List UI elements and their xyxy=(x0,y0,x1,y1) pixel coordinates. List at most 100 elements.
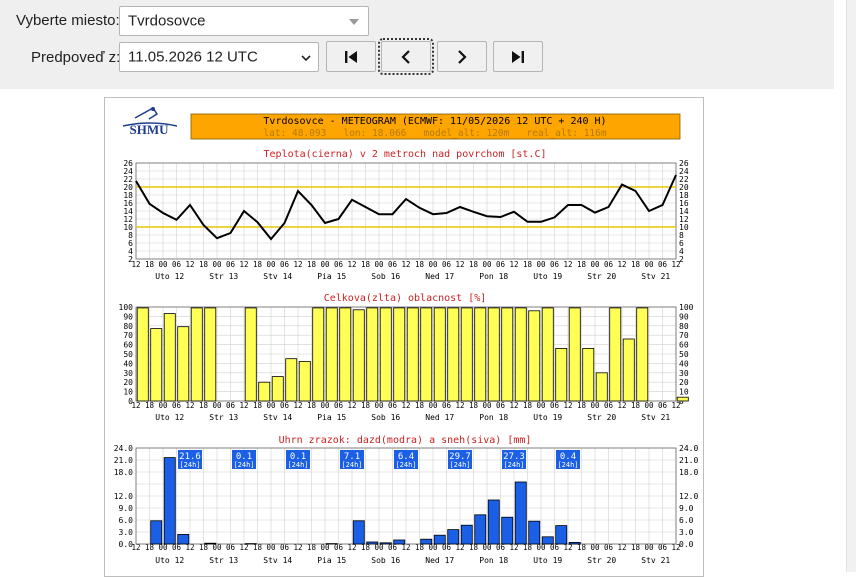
x-tick-label: 00 xyxy=(482,401,492,410)
y-tick-label: 10 xyxy=(123,388,133,397)
x-tick-label: 00 xyxy=(428,401,438,410)
cloud-bar xyxy=(299,362,310,402)
cloud-bar xyxy=(380,308,391,401)
cloud-bar xyxy=(448,308,459,401)
x-tick-label: 18 xyxy=(307,401,317,410)
y-tick-label: 50 xyxy=(123,350,133,359)
x-tick-label: 18 xyxy=(631,401,641,410)
cloud-bar xyxy=(434,308,445,401)
x-tick-label: 06 xyxy=(550,260,560,269)
precip-bar xyxy=(353,521,364,544)
cloud-bar xyxy=(569,308,580,401)
cloud-bar xyxy=(164,314,175,401)
cloud-bar xyxy=(596,373,607,401)
chevron-left-icon xyxy=(401,50,411,64)
y-tick-label: 40 xyxy=(679,359,689,368)
cloud-bar xyxy=(475,308,486,401)
x-tick-label: 12 xyxy=(401,260,410,269)
day-label: Str 20 xyxy=(587,413,616,422)
daily-total-unit: [24h] xyxy=(503,461,524,469)
x-tick-label: 06 xyxy=(334,260,344,269)
x-tick-label: 12 xyxy=(293,260,302,269)
first-button[interactable] xyxy=(326,41,376,72)
daily-total-unit: [24h] xyxy=(395,461,416,469)
day-label: Pia 15 xyxy=(317,272,346,281)
cloud-bar xyxy=(286,359,297,401)
cloud-bar xyxy=(488,308,499,401)
precip-bar xyxy=(205,543,216,544)
x-tick-label: 12 xyxy=(347,401,356,410)
day-label: Pon 18 xyxy=(479,272,508,281)
x-tick-label: 18 xyxy=(577,260,587,269)
x-tick-label: 18 xyxy=(361,401,371,410)
x-tick-label: 12 xyxy=(671,260,680,269)
forecast-select[interactable]: 11.05.2026 12 UTC xyxy=(119,42,319,72)
x-tick-label: 12 xyxy=(617,260,626,269)
cloud-bar xyxy=(394,308,405,401)
city-select[interactable]: Tvrdosovce xyxy=(119,6,369,36)
x-tick-label: 18 xyxy=(577,401,587,410)
forecast-label: Predpoveď z: xyxy=(31,49,120,66)
y-tick-label: 20 xyxy=(679,378,689,387)
precip-bar xyxy=(542,537,553,544)
x-tick-label: 00 xyxy=(266,401,276,410)
day-label: Uto 12 xyxy=(155,272,184,281)
precip-bar xyxy=(515,482,526,544)
day-label: Pia 15 xyxy=(317,556,346,565)
chart-title: Teplota(cierna) v 2 metroch nad povrchom… xyxy=(264,149,547,160)
x-tick-label: 18 xyxy=(253,401,263,410)
x-tick-label: 06 xyxy=(604,401,614,410)
day-label: Ned 17 xyxy=(425,272,454,281)
precip-bar xyxy=(556,526,567,544)
day-label: Sob 16 xyxy=(371,413,400,422)
x-tick-label: 06 xyxy=(388,260,398,269)
x-tick-label: 00 xyxy=(644,260,654,269)
shmu-logo: SHMU xyxy=(123,107,177,137)
precip-bar xyxy=(488,500,499,544)
day-label: Ned 17 xyxy=(425,413,454,422)
x-tick-label: 06 xyxy=(550,401,560,410)
day-label: Stv 21 xyxy=(641,272,670,281)
chevron-down-icon xyxy=(349,19,359,25)
precip-bar xyxy=(421,539,432,544)
cloud-bar xyxy=(259,382,270,401)
y-tick-label: 70 xyxy=(679,331,689,340)
cloud-bar xyxy=(178,327,189,401)
cloud-bar xyxy=(461,308,472,401)
y-tick-label: 30 xyxy=(679,369,689,378)
y-tick-label: 3.0 xyxy=(119,528,134,537)
x-tick-label: 06 xyxy=(280,260,290,269)
chart-title: Uhrn zrazok: dazd(modra) a sneh(siva) [m… xyxy=(279,435,532,446)
x-tick-label: 00 xyxy=(644,401,654,410)
day-label: Stv 14 xyxy=(263,413,292,422)
cloud-bar xyxy=(677,397,688,401)
x-tick-label: 18 xyxy=(145,260,155,269)
y-tick-label: 60 xyxy=(123,341,133,350)
skip-last-icon xyxy=(511,51,525,63)
x-tick-label: 06 xyxy=(334,401,344,410)
y-tick-label: 20 xyxy=(123,378,133,387)
y-tick-label: 21.0 xyxy=(679,456,698,465)
daily-total-unit: [24h] xyxy=(233,461,254,469)
x-tick-label: 00 xyxy=(590,401,600,410)
page-scrollbar[interactable] xyxy=(846,0,856,572)
next-button[interactable] xyxy=(437,41,487,72)
y-tick-label: 40 xyxy=(123,359,133,368)
controls-panel: Vyberte miesto: Tvrdosovce Predpoveď z: … xyxy=(0,0,834,89)
precip-bar xyxy=(434,535,445,544)
x-tick-label: 00 xyxy=(320,401,330,410)
last-button[interactable] xyxy=(493,41,543,72)
x-tick-label: 00 xyxy=(536,260,546,269)
meteogram-svg: SHMU Tvrdosovce - METEOGRAM (ECMWF: 11/0… xyxy=(105,98,704,577)
y-tick-label: 100 xyxy=(119,303,134,312)
previous-button[interactable] xyxy=(381,41,431,72)
x-tick-label: 12 xyxy=(401,401,410,410)
day-label: Pon 18 xyxy=(479,556,508,565)
x-tick-label: 12 xyxy=(239,260,248,269)
precip-bar xyxy=(448,530,459,544)
cloud-bar xyxy=(245,308,256,401)
skip-first-icon xyxy=(344,51,358,63)
y-tick-label: 80 xyxy=(679,322,689,331)
chevron-right-icon xyxy=(457,50,467,64)
cloud-bar xyxy=(340,308,351,401)
